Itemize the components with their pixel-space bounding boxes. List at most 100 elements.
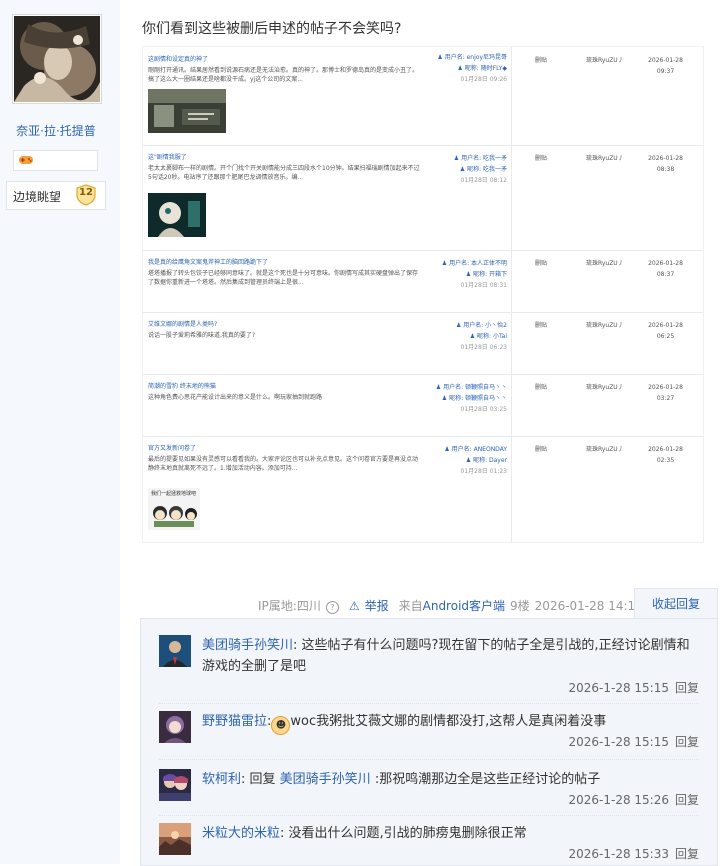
log-row-posted: 01月28日 09:26 (460, 76, 507, 83)
person-icon: ♟ (444, 446, 450, 453)
post-image-deletion-log[interactable]: 这剧情和设定真的神了 剛剛打开通讯。结果居然看到说源石病还是无法治愈。真的神了。… (142, 46, 704, 543)
log-row-excerpt: 说话一股子爱莉希雅的味道,我真的要了? (148, 332, 256, 339)
log-row-date: 2026-01-28 (648, 322, 683, 329)
thumbnail-figures (153, 506, 197, 527)
log-row-thumbnail (148, 89, 226, 133)
help-icon[interactable]: ? (325, 601, 339, 614)
reply-item: 软柯利: 回复 美团骑手孙笑川 :那祝鸣潮那边全是这些正经讨论的帖子 2026-… (159, 769, 699, 816)
author-avatar[interactable] (12, 14, 102, 104)
log-row-nickname: 昵称: 开箱下 (473, 271, 507, 278)
log-row-operator: 琉珠RyuZU丿 (586, 260, 624, 267)
game-controller-icon (19, 156, 33, 164)
reply-avatar[interactable] (159, 711, 191, 743)
reply-avatar[interactable] (159, 635, 191, 667)
log-row-action: 删贴 (535, 260, 548, 267)
log-row-action: 删贴 (535, 384, 548, 391)
log-row-date: 2026-01-28 (648, 446, 683, 453)
person-icon: ♟ (465, 457, 472, 464)
thumbnail-caption: 我们一起拯救地球吧 (151, 491, 197, 497)
level-badge[interactable]: 边境眺望 12 (6, 181, 106, 210)
log-row-operator: 琉珠RyuZU丿 (586, 446, 624, 453)
reply-separator: : (280, 826, 289, 841)
log-row-action: 删贴 (535, 155, 548, 162)
reply-item: 野野猫雷拉: ☻ woc我粥批艾薇文娜的剧情都没打,这帮人是真闲着没事 2026-1… (159, 711, 699, 760)
reply-button[interactable]: 回复 (675, 681, 699, 695)
reply-item: 米粒大的米粒: 没看出什么问题,引战的肺痨鬼删除很正常 2026-1-28 15… (159, 823, 699, 865)
log-row-nickname: 昵称: 吃我一矛 (467, 166, 507, 173)
floor-number: 9楼 (510, 599, 530, 613)
person-icon: ♟ (441, 395, 448, 402)
log-row-action: 删贴 (535, 57, 548, 64)
log-row-posted: 01月28日 01:23 (460, 468, 507, 475)
log-row-title: 艾维文娜的剧情是人类吗? (148, 321, 218, 328)
log-row-excerpt: 最后的提要见如果没有灵感可以看看我的。大家评论区也可以补充点意见。这个问卷官方要… (148, 456, 419, 472)
log-row-username: 用户名: enjoy尼玛昆哥 (444, 54, 507, 61)
person-icon: ♟ (453, 155, 460, 162)
reply-avatar[interactable] (159, 823, 191, 855)
reply-username[interactable]: 米粒大的米粒 (202, 826, 280, 841)
log-row-title: 我是真的给鹰角文案鬼斧神工的脑回路跪下了 (148, 259, 269, 266)
report-label: 举报 (364, 599, 389, 613)
person-icon: ♟ (457, 65, 463, 72)
log-row-time: 06:25 (656, 333, 675, 340)
post-content: 你们看到这些被删后申述的帖子不会笑吗? (142, 21, 402, 37)
ip-location: IP属地:四川 (258, 599, 321, 613)
reply-target-user[interactable]: 美团骑手孙笑川 (280, 772, 371, 787)
log-row-title: 简潮的雪豹 终末地的熊猫 (148, 383, 216, 390)
reply-username[interactable]: 野野猫雷拉 (202, 714, 267, 729)
log-row-operator: 琉珠RyuZU丿 (586, 155, 624, 162)
person-icon: ♟ (435, 384, 442, 391)
log-row-posted: 01月28日 08:12 (460, 177, 507, 184)
log-row: 我是真的给鹰角文案鬼斧神工的脑回路跪下了 塔塔播报了转头包饺子已经够同意味了。就… (143, 250, 703, 313)
log-row-operator: 琉珠RyuZU丿 (586, 384, 624, 391)
log-row-nickname: 昵称: 小Tai (477, 333, 507, 340)
floor-replies: 美团骑手孙笑川: 这些帖子有什么问题吗?现在留下的帖子全是引战的,正经讨论剧情和… (140, 618, 718, 866)
person-icon: ♟ (459, 166, 466, 173)
reply-button[interactable]: 回复 (675, 735, 699, 749)
log-row-title: 这"剧情我服了 (148, 154, 187, 161)
reply-text: 没看出什么问题,引战的肺痨鬼删除很正常 (288, 826, 527, 841)
fan-badge[interactable] (13, 150, 98, 171)
log-row-username: 用户名: ANEONDAY (451, 446, 507, 453)
log-row-posted: 01月28日 08:31 (460, 282, 507, 289)
log-row-time: 02:35 (656, 457, 675, 464)
reply-username[interactable]: 软柯利 (202, 772, 241, 787)
log-row: 这剧情和设定真的神了 剛剛打开通讯。结果居然看到说源石病还是无法治愈。真的神了。… (143, 47, 703, 146)
reply-button[interactable]: 回复 (675, 847, 699, 861)
log-row-operator: 琉珠RyuZU丿 (586, 322, 624, 329)
level-name: 边境眺望 (13, 190, 62, 204)
log-row-excerpt: 这种角色费心思花产能设计出来的意义是什么。啊玩家抽到就跑路 (148, 394, 323, 401)
collapse-replies-button[interactable]: 收起回复 (634, 588, 718, 620)
log-row-time: 08:37 (656, 271, 675, 278)
author-name[interactable]: 奈亚·拉·托提普 (0, 122, 112, 139)
log-row-posted: 01月28日 06:23 (460, 344, 507, 351)
log-row-title: 这剧情和设定真的神了 (148, 56, 209, 63)
emoji-icon: ☻ (271, 716, 291, 735)
log-row-excerpt: 塔塔播报了转头包饺子已经够同意味了。就是这个死也是十分可意味。你剧情写成其实硬盘… (148, 270, 419, 286)
log-row-date: 2026-01-28 (648, 57, 683, 64)
reply-text: woc我粥批艾薇文娜的剧情都没打,这帮人是真闲着没事 (290, 714, 607, 729)
log-row-nickname: 昵称: Dayer (473, 457, 507, 464)
reply-avatar[interactable] (159, 769, 191, 801)
level-number: 12 (79, 187, 93, 198)
client-link[interactable]: Android客户端 (423, 599, 505, 613)
log-row-username: 用户名: 小丶怡2 (463, 322, 507, 329)
log-row-time: 03:27 (656, 395, 675, 402)
reply-username[interactable]: 美团骑手孙笑川 (202, 638, 293, 653)
log-row-action: 删贴 (535, 446, 548, 453)
post-tail: IP属地:四川? ⚠ 举报 来自Android客户端 9楼 2026-01-28 14:1… (258, 597, 648, 614)
person-icon: ♟ (465, 271, 472, 278)
person-icon: ♟ (455, 322, 462, 329)
person-icon: ♟ (437, 54, 443, 61)
log-row-username: 用户名: 吃我一矛 (461, 155, 507, 162)
warning-icon: ⚠ (348, 599, 360, 613)
log-row-nickname: 昵称: 随时FLY◆ (464, 65, 507, 72)
log-row-date: 2026-01-28 (648, 384, 683, 391)
log-row: 这"剧情我服了 老太太裹脚布一样的剧情。开个门找个开关剧情能分成三四段水个10分… (143, 145, 703, 251)
log-row-excerpt: 老太太裹脚布一样的剧情。开个门找个开关剧情能分成三四段水个10分钟。结果扫福瑞剧… (148, 165, 420, 181)
log-row-operator: 琉珠RyuZU丿 (586, 57, 624, 64)
report-link[interactable]: ⚠ 举报 (349, 599, 394, 613)
log-row-date: 2026-01-28 (648, 260, 683, 267)
person-icon: ♟ (469, 333, 476, 340)
reply-button[interactable]: 回复 (675, 793, 699, 807)
